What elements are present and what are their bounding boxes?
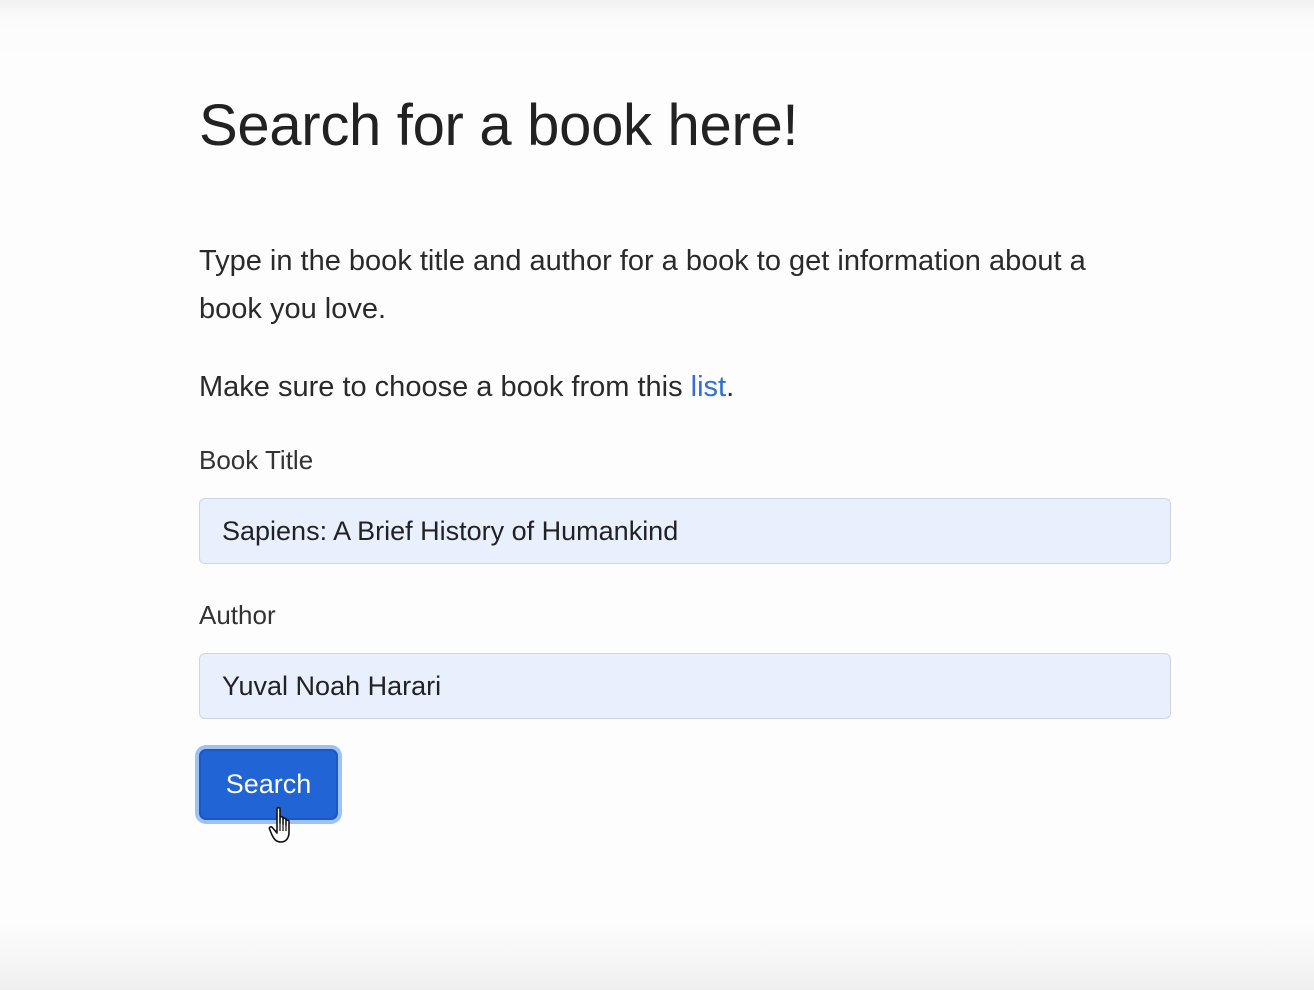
page-title: Search for a book here! [199,93,799,158]
intro-text: Type in the book title and author for a … [199,245,1086,325]
author-input[interactable] [199,653,1171,719]
choose-text: Make sure to choose a book from this lis… [199,363,734,411]
choose-text-suffix: . [726,371,735,403]
book-list-link[interactable]: list [691,371,726,403]
choose-text-prefix: Make sure to choose a book from this [199,371,691,403]
hand-pointer-icon [268,806,290,843]
author-label: Author [199,600,276,630]
book-title-label: Book Title [199,445,314,475]
book-title-input[interactable] [199,498,1171,564]
